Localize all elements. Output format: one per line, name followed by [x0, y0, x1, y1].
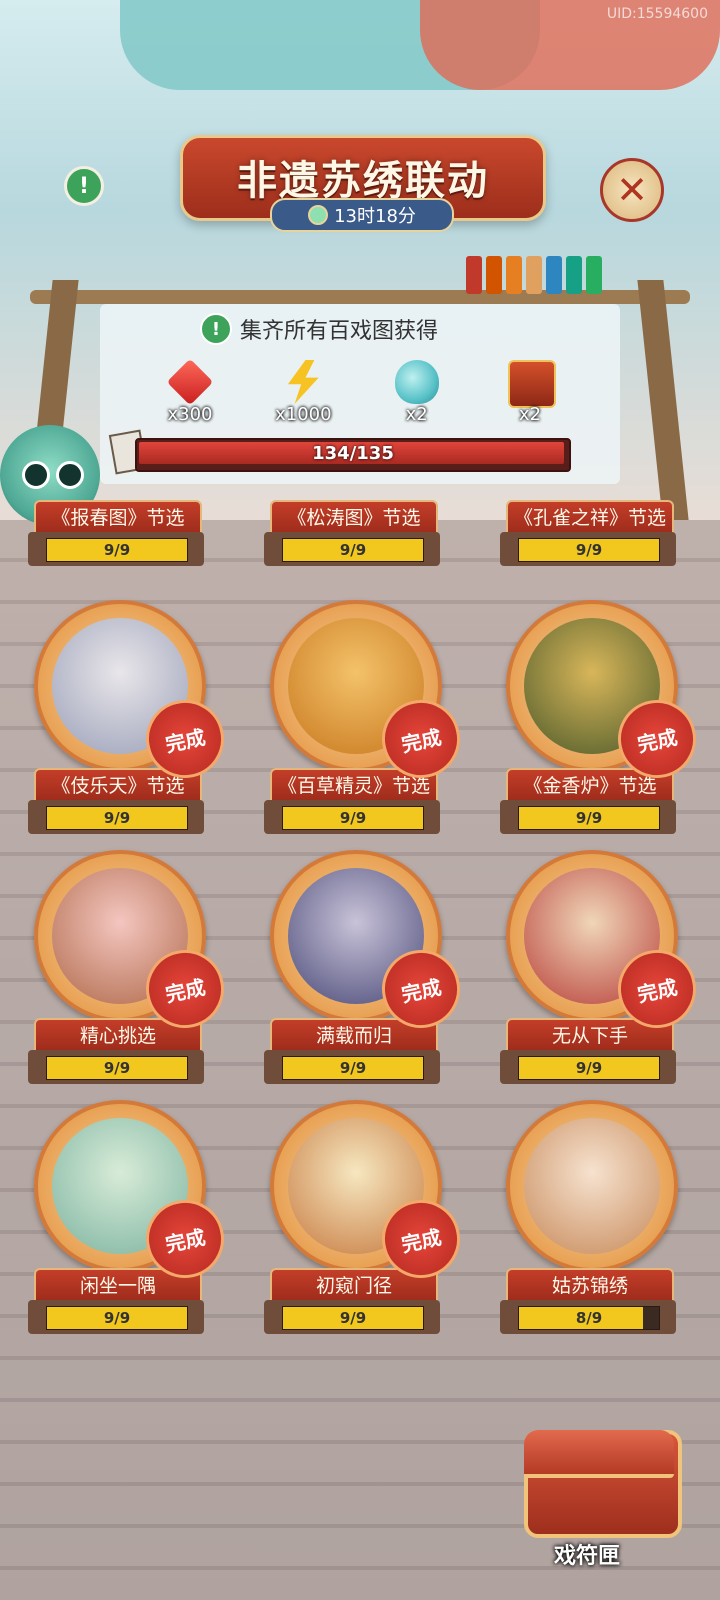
- collection-card[interactable]: 无从下手 9/9 完成: [500, 850, 704, 1086]
- timer-text: 13时18分: [334, 206, 416, 227]
- chest-button[interactable]: 戏符匣: [514, 1420, 684, 1569]
- card-artwork: [524, 1118, 660, 1254]
- collection-card[interactable]: 姑苏锦绣 8/9: [500, 1100, 678, 1336]
- card-progress-text: 9/9: [103, 1309, 131, 1327]
- card-progress-bar: 9/9: [46, 806, 188, 830]
- collection-card[interactable]: 《报春图》节选 9/9: [28, 332, 204, 568]
- card-progress-bar: 9/9: [282, 806, 424, 830]
- card-progress-bar: 9/9: [282, 1056, 424, 1080]
- card-progress-text: 9/9: [339, 809, 367, 827]
- chest-lid: [524, 1430, 674, 1478]
- card-progress-text: 9/9: [339, 1059, 367, 1077]
- card-progress-bar: 9/9: [518, 1056, 660, 1080]
- collection-card[interactable]: 《孔雀之祥》节选 9/9: [500, 332, 676, 568]
- card-frame: [506, 1100, 678, 1272]
- card-progress-bar: 9/9: [282, 538, 424, 562]
- collection-card[interactable]: 《百草精灵》节选 9/9 完成: [264, 600, 468, 836]
- card-progress-bar: 9/9: [518, 538, 660, 562]
- card-progress-text: 8/9: [575, 1309, 603, 1327]
- info-button[interactable]: !: [64, 166, 104, 206]
- event-timer: 13时18分: [270, 198, 454, 232]
- uid-label: UID:15594600: [606, 6, 708, 22]
- collection-card[interactable]: 精心挑选 9/9 完成: [28, 850, 232, 1086]
- card-progress-text: 9/9: [575, 809, 603, 827]
- chest-label: 戏符匣: [554, 1543, 621, 1569]
- card-progress-bar: 9/9: [518, 806, 660, 830]
- collection-card[interactable]: 《伎乐天》节选 9/9 完成: [28, 600, 232, 836]
- card-progress-bar: 9/9: [46, 538, 188, 562]
- close-button[interactable]: ✕: [600, 158, 664, 222]
- card-progress-bar: 9/9: [46, 1056, 188, 1080]
- card-progress-bar: 8/9: [518, 1306, 660, 1330]
- card-progress-text: 9/9: [103, 1059, 131, 1077]
- card-progress-text: 9/9: [103, 809, 131, 827]
- clock-icon: [308, 205, 329, 225]
- card-progress-text: 9/9: [103, 541, 131, 559]
- info-icon: !: [200, 313, 232, 345]
- collection-card[interactable]: 《松涛图》节选 9/9: [264, 332, 440, 568]
- card-progress-bar: 9/9: [282, 1306, 424, 1330]
- card-progress-text: 9/9: [339, 1309, 367, 1327]
- collection-card[interactable]: 闲坐一隅 9/9 完成: [28, 1100, 232, 1336]
- collection-card[interactable]: 满载而归 9/9 完成: [264, 850, 468, 1086]
- thread-spools: [466, 256, 602, 294]
- card-progress-text: 9/9: [575, 541, 603, 559]
- collection-card[interactable]: 初窥门径 9/9 完成: [264, 1100, 468, 1336]
- card-progress-text: 9/9: [339, 541, 367, 559]
- card-progress-text: 9/9: [575, 1059, 603, 1077]
- collection-card[interactable]: 《金香炉》节选 9/9 完成: [500, 600, 704, 836]
- card-progress-bar: 9/9: [46, 1306, 188, 1330]
